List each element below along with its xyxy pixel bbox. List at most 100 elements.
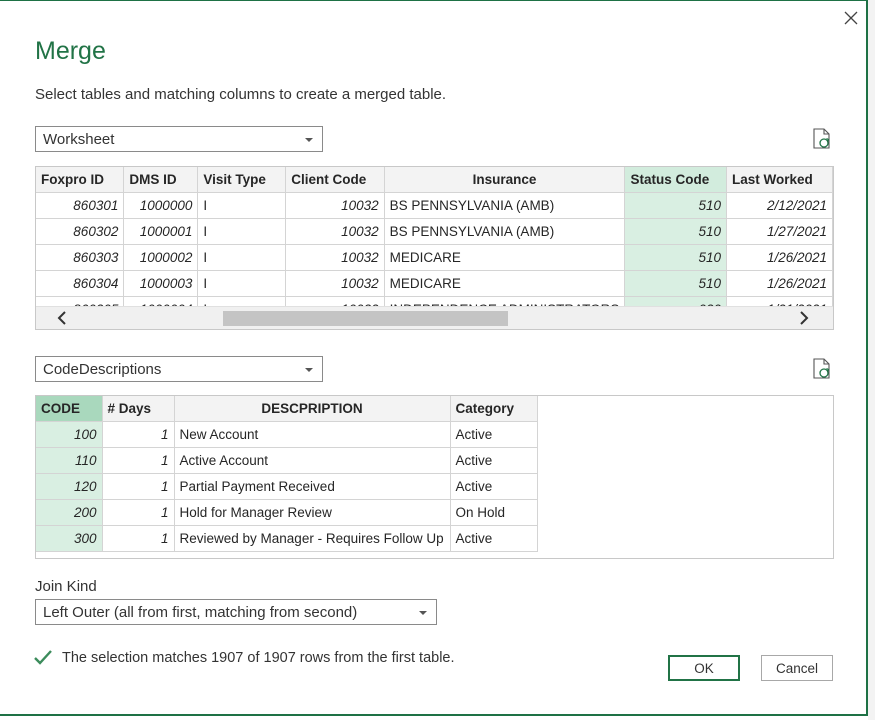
refresh-icon[interactable] [812,358,832,380]
table-cell: 1000002 [123,244,199,271]
close-icon [844,11,858,25]
scroll-left-button[interactable] [54,310,70,326]
table-cell: Active [450,421,538,448]
table-cell: 10032 [285,270,385,297]
table-cell: On Hold [450,499,538,526]
table-cell: Partial Payment Received [174,473,451,500]
table-cell: 1000001 [123,218,199,245]
table-cell: Hold for Manager Review [174,499,451,526]
chevron-down-icon [419,611,427,615]
column-header[interactable]: DMS ID [123,167,199,193]
first-table-select-value: Worksheet [43,130,115,148]
table-row: 860301 1000000 I 10032 BS PENNSYLVANIA (… [36,192,833,219]
table-row: 110 1 Active Account Active [36,447,538,474]
first-table: Foxpro ID DMS ID Visit Type Client Code … [36,167,833,323]
table-cell: MEDICARE [384,270,626,297]
ok-button[interactable]: OK [668,655,740,681]
column-header[interactable]: DESCPRIPTION [174,396,451,422]
table-cell: New Account [174,421,451,448]
column-header[interactable]: Last Worked [726,167,833,193]
column-header[interactable]: Foxpro ID [36,167,125,193]
second-table-preview: CODE # Days DESCPRIPTION Category 100 1 … [35,395,834,559]
table-cell: 100 [36,421,103,448]
column-header[interactable]: Insurance [384,167,626,193]
table-cell: 510 [624,192,728,219]
column-header[interactable]: # Days [102,396,175,422]
table-row: 860304 1000003 I 10032 MEDICARE 510 1/26… [36,270,833,297]
close-button[interactable] [840,7,862,29]
table-cell: 1 [102,499,175,526]
table-cell: 860303 [36,244,125,271]
table-cell: 510 [624,218,728,245]
table-cell: 10032 [285,244,385,271]
table-cell: 510 [624,244,728,271]
column-header-selected[interactable]: CODE [36,396,103,422]
match-status: The selection matches 1907 of 1907 rows … [33,649,455,667]
table-cell: BS PENNSYLVANIA (AMB) [384,192,626,219]
table-cell: 2/12/2021 [726,192,833,219]
refresh-icon[interactable] [812,128,832,150]
table-cell: MEDICARE [384,244,626,271]
table-cell: Active Account [174,447,451,474]
table-row: 200 1 Hold for Manager Review On Hold [36,499,538,526]
second-table: CODE # Days DESCPRIPTION Category 100 1 … [36,396,538,552]
cancel-button[interactable]: Cancel [761,655,833,681]
table-cell: 1/27/2021 [726,218,833,245]
table-cell: 10032 [285,218,385,245]
table-cell: 1000000 [123,192,199,219]
table-cell: 110 [36,447,103,474]
background-strip [868,0,875,720]
chevron-down-icon [305,138,313,142]
table-cell: 510 [624,270,728,297]
table-cell: Active [450,525,538,552]
table-cell: 1 [102,525,175,552]
column-header[interactable]: Client Code [285,167,385,193]
table-row: 120 1 Partial Payment Received Active [36,473,538,500]
table-cell: I [197,218,287,245]
table-cell: Active [450,473,538,500]
match-status-text: The selection matches 1907 of 1907 rows … [62,650,455,666]
table-cell: 200 [36,499,103,526]
table-cell: 1 [102,447,175,474]
table-cell: 860301 [36,192,125,219]
join-kind-label: Join Kind [35,578,97,595]
column-header-selected[interactable]: Status Code [624,167,728,193]
table-cell: 1/26/2021 [726,244,833,271]
first-table-preview: Foxpro ID DMS ID Visit Type Client Code … [35,166,834,330]
table-row: 860302 1000001 I 10032 BS PENNSYLVANIA (… [36,218,833,245]
table-cell: 120 [36,473,103,500]
table-cell: 1/26/2021 [726,270,833,297]
table-cell: I [197,270,287,297]
table-cell: I [197,244,287,271]
table-cell: Active [450,447,538,474]
scrollbar-thumb[interactable] [223,311,508,326]
merge-dialog: Merge Select tables and matching columns… [0,0,868,716]
table-cell: 1000003 [123,270,199,297]
table-cell: I [197,192,287,219]
table-row: 860303 1000002 I 10032 MEDICARE 510 1/26… [36,244,833,271]
column-header[interactable]: Category [450,396,538,422]
table-cell: Reviewed by Manager - Requires Follow Up [174,525,451,552]
chevron-down-icon [305,368,313,372]
second-table-select[interactable]: CodeDescriptions [35,356,323,382]
first-table-select[interactable]: Worksheet [35,126,323,152]
table-cell: 860304 [36,270,125,297]
table-cell: 10032 [285,192,385,219]
second-table-header-row: CODE # Days DESCPRIPTION Category [36,396,538,422]
table-row: 100 1 New Account Active [36,421,538,448]
table-cell: 1 [102,421,175,448]
table-cell: 1 [102,473,175,500]
join-kind-select-value: Left Outer (all from first, matching fro… [43,603,358,621]
chevron-left-icon [57,311,66,325]
dialog-subtitle: Select tables and matching columns to cr… [35,86,447,103]
horizontal-scrollbar[interactable] [36,306,833,329]
column-header[interactable]: Visit Type [197,167,287,193]
scroll-right-button[interactable] [796,310,812,326]
second-table-select-value: CodeDescriptions [43,360,162,378]
table-cell: 300 [36,525,103,552]
first-table-header-row: Foxpro ID DMS ID Visit Type Client Code … [36,167,833,193]
dialog-title: Merge [35,37,106,65]
checkmark-icon [34,650,52,665]
table-cell: 860302 [36,218,125,245]
join-kind-select[interactable]: Left Outer (all from first, matching fro… [35,599,437,625]
